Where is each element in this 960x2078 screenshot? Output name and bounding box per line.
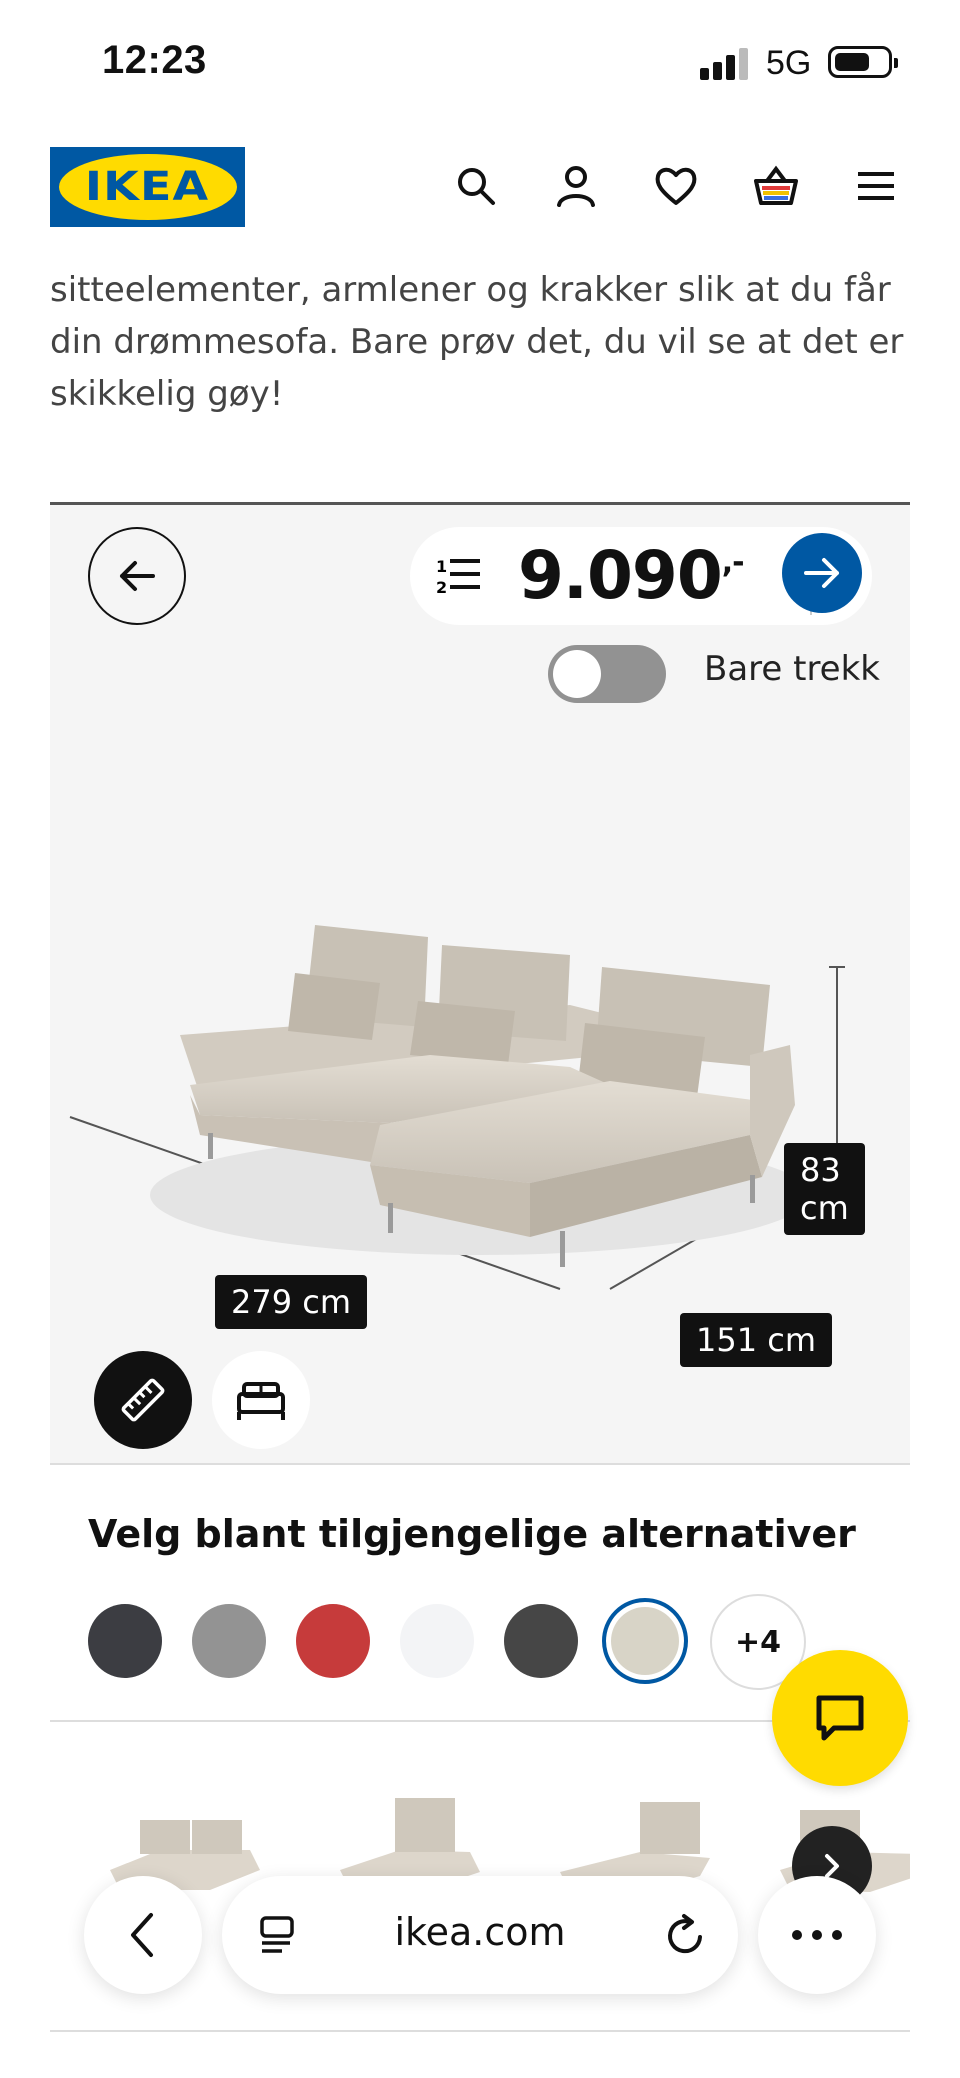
sofa-configurator: 1 2 9.090,- Bare trekk 83 cm 279 cm 151 …	[50, 502, 910, 1465]
account-icon[interactable]	[540, 150, 612, 222]
reload-icon[interactable]	[662, 1912, 708, 1958]
covers-only-label: Bare trekk	[704, 649, 880, 689]
status-bar: 12:23 5G	[0, 0, 960, 120]
covers-only-toggle[interactable]	[548, 645, 666, 703]
signal-icon	[700, 48, 752, 80]
arrow-right-icon	[804, 558, 839, 588]
svg-text:1: 1	[436, 557, 447, 576]
ruler-icon	[121, 1378, 165, 1422]
chat-icon	[816, 1695, 864, 1741]
alternatives-heading: Velg blant tilgjengelige alternativer	[88, 1512, 856, 1556]
total-price: 9.090,-	[518, 537, 745, 614]
swatch-white[interactable]	[400, 1604, 474, 1678]
swatch-beige-selected[interactable]	[602, 1598, 688, 1684]
network-type: 5G	[766, 44, 812, 82]
more-dots-icon	[792, 1930, 842, 1940]
basket-icon[interactable]	[740, 150, 812, 222]
room-view-button[interactable]	[212, 1351, 310, 1449]
logo-text: IKEA	[85, 164, 210, 210]
menu-icon[interactable]	[840, 150, 912, 222]
toggle-knob	[553, 650, 601, 698]
swatch-grey[interactable]	[192, 1604, 266, 1678]
browser-more-button[interactable]	[758, 1876, 876, 1994]
address-bar[interactable]: ikea.com	[222, 1876, 738, 1994]
swatch-red[interactable]	[296, 1604, 370, 1678]
ikea-logo[interactable]: IKEA	[50, 147, 245, 227]
bed-icon	[237, 1382, 285, 1420]
browser-toolbar: ikea.com	[0, 1876, 960, 2016]
svg-text:2: 2	[436, 578, 447, 597]
arrow-left-icon	[120, 561, 155, 591]
header-actions	[440, 150, 940, 222]
bottom-divider	[50, 2030, 910, 2032]
numbered-list-icon: 1 2	[436, 557, 480, 597]
intro-text: sitteelementer, armlener og krakker slik…	[50, 270, 904, 414]
status-time: 12:23	[102, 38, 207, 82]
battery-icon	[828, 46, 898, 78]
browser-back-button[interactable]	[84, 1876, 202, 1994]
swatch-charcoal[interactable]	[504, 1604, 578, 1678]
height-dimension-label: 83 cm	[784, 1143, 865, 1235]
height-dimension-value: 83	[800, 1151, 841, 1189]
price-suffix: ,-	[721, 545, 745, 580]
search-icon[interactable]	[440, 150, 512, 222]
measure-toggle-button[interactable]	[94, 1351, 192, 1449]
price-value: 9.090	[518, 537, 723, 614]
continue-button[interactable]	[782, 533, 862, 613]
heart-icon[interactable]	[640, 150, 712, 222]
chat-button[interactable]	[772, 1650, 908, 1786]
width-dimension-label: 279 cm	[215, 1275, 368, 1329]
chevron-left-icon	[131, 1913, 153, 1957]
depth-dimension-label: 151 cm	[680, 1313, 833, 1367]
swatch-dark-grey[interactable]	[88, 1604, 162, 1678]
height-dimension-unit: cm	[800, 1189, 849, 1227]
back-button[interactable]	[88, 527, 186, 625]
url-text: ikea.com	[394, 1910, 566, 1954]
sofa-image	[69, 925, 845, 1290]
